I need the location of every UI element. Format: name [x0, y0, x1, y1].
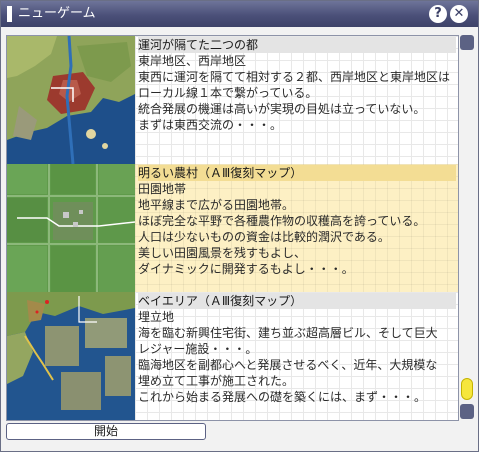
map-list-item[interactable]: ベイエリア（ＡⅢ復刻マップ） 埋立地 海を臨む新興住宅街、建ち並ぶ超高層ビル、そ…: [7, 292, 458, 420]
vertical-scrollbar[interactable]: [460, 35, 474, 419]
map-description-line: 地平線まで広がる田園地帯。: [138, 198, 295, 212]
map-description-line: ダイナミックに開発するもよし・・・。: [138, 262, 354, 276]
map-list-item[interactable]: 運河が隔てた二つの都 東岸地区、西岸地区 東西に運河を隔てて相対する２都、西岸地…: [7, 36, 458, 164]
map-description-line: 海を臨む新興住宅街、建ち並ぶ超高層ビル、そして巨大: [138, 326, 438, 340]
map-thumbnail-bay-area: [7, 292, 135, 420]
scroll-up-button[interactable]: [460, 35, 474, 50]
map-description: 運河が隔てた二つの都 東岸地区、西岸地区 東西に運河を隔てて相対する２都、西岸地…: [135, 36, 458, 164]
map-description-line: 臨海地区を副都心へと発展させるべく、近年、大規模な: [138, 358, 438, 372]
map-description: ベイエリア（ＡⅢ復刻マップ） 埋立地 海を臨む新興住宅街、建ち並ぶ超高層ビル、そ…: [135, 292, 458, 420]
map-name: ベイエリア（ＡⅢ復刻マップ）: [138, 293, 456, 309]
map-list-item-selected[interactable]: 明るい農村（ＡⅢ復刻マップ） 田園地帯 地平線まで広がる田園地帯。 ほぼ完全な平…: [7, 164, 458, 292]
map-list[interactable]: 運河が隔てた二つの都 東岸地区、西岸地区 東西に運河を隔てて相対する２都、西岸地…: [6, 35, 459, 421]
map-description-line: まずは東西交流の・・・。: [138, 118, 283, 132]
start-button[interactable]: 開始: [6, 423, 206, 440]
scroll-thumb[interactable]: [461, 378, 473, 400]
map-description-line: 統合発展の機運は高いが実現の目処は立っていない。: [138, 102, 426, 116]
map-description-line: 人口は少ないものの資金は比較的潤沢である。: [138, 230, 390, 244]
map-name: 明るい農村（ＡⅢ復刻マップ）: [138, 165, 456, 181]
map-thumbnail-canal-city: [7, 36, 135, 164]
map-description-line: 美しい田園風景を残すもよし、: [138, 246, 307, 260]
map-area: 田園地帯: [138, 182, 187, 196]
title-accent-bar: [7, 6, 12, 22]
window-title: ニューゲーム: [18, 6, 96, 21]
map-name: 運河が隔てた二つの都: [138, 37, 456, 53]
map-area: 埋立地: [138, 310, 175, 324]
scroll-down-button[interactable]: [460, 404, 474, 419]
map-description-line: レジャー施設・・・。: [138, 342, 258, 356]
map-description-line: 東西に運河を隔てて相対する２都、西岸地区と東岸地区は: [138, 70, 451, 84]
map-description-line: ほぼ完全な平野で各種農作物の収穫高を誇っている。: [138, 214, 426, 228]
map-description-line: これから始まる発展への礎を築くには、まず・・・。: [138, 390, 427, 404]
map-area: 東岸地区、西岸地区: [138, 54, 247, 68]
new-game-window: ニューゲーム ? ✕ 運河が隔てた二つの都 東岸地区、西岸地区 東西に運河を隔て…: [0, 0, 479, 452]
map-description-line: ローカル線１本で繋がっている。: [138, 86, 318, 100]
close-button[interactable]: ✕: [450, 5, 468, 23]
title-bar[interactable]: ニューゲーム ? ✕: [1, 1, 478, 27]
map-thumbnail-farm-village: [7, 164, 135, 292]
map-description: 明るい農村（ＡⅢ復刻マップ） 田園地帯 地平線まで広がる田園地帯。 ほぼ完全な平…: [135, 164, 458, 292]
map-description-line: 埋め立て工事が施工された。: [138, 374, 295, 388]
help-button[interactable]: ?: [429, 5, 447, 23]
